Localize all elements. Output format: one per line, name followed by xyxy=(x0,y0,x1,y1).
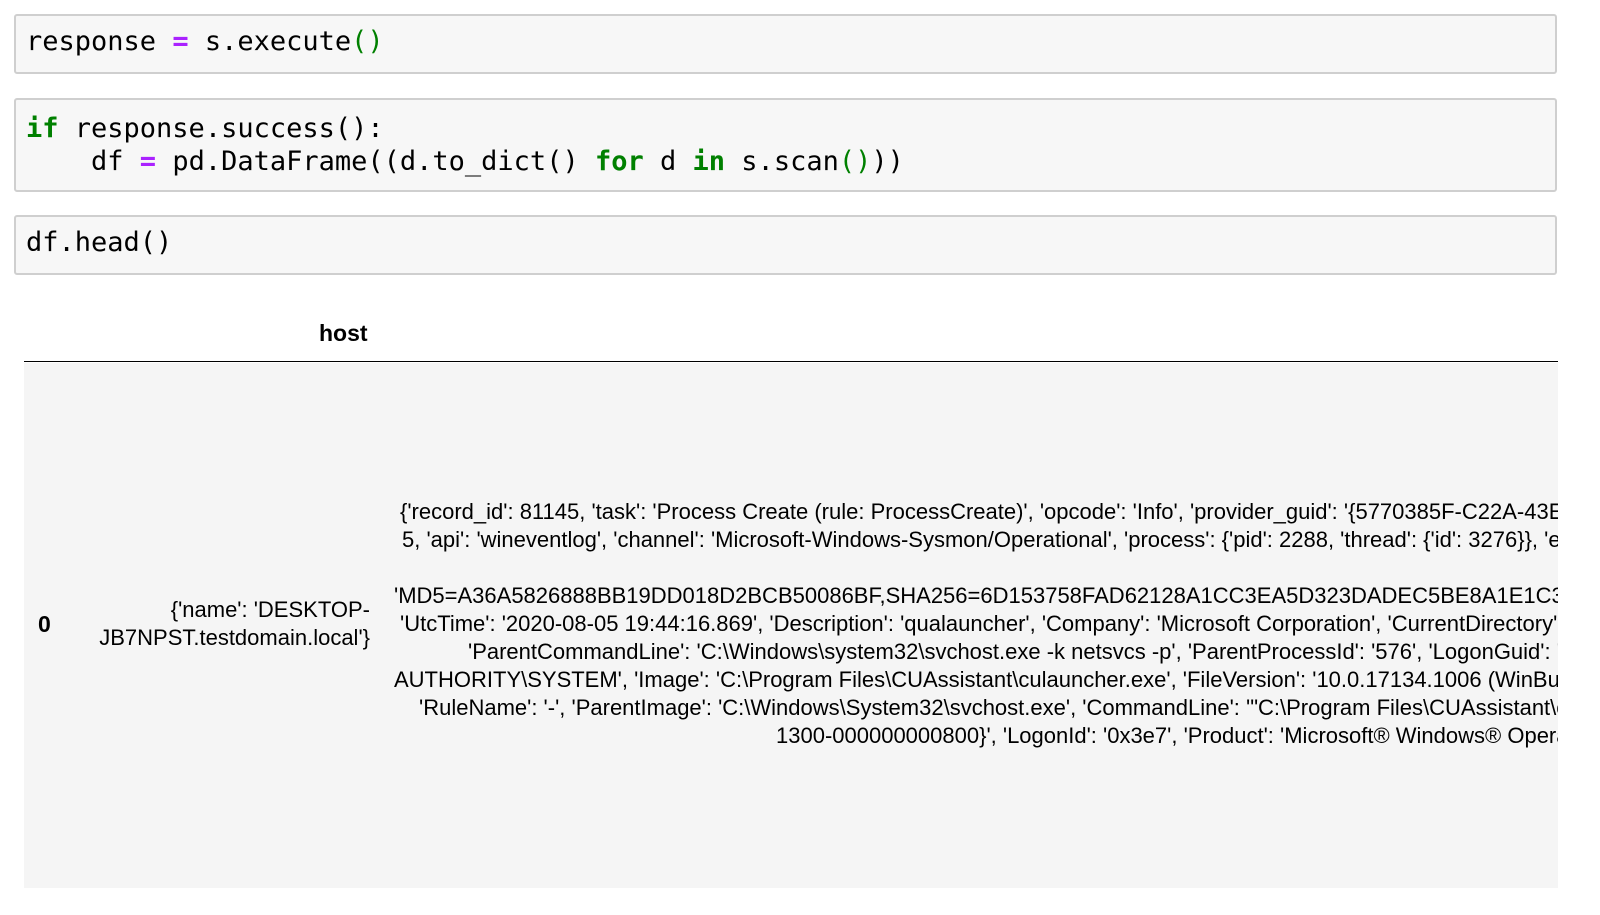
code-close-parens: )) xyxy=(871,146,904,177)
code-assign-op: = xyxy=(172,26,189,57)
data-line: 5, 'api': 'wineventlog', 'channel': 'Mic… xyxy=(402,527,1558,552)
code-cell-dataframe[interactable]: if response.success(): df = pd.DataFrame… xyxy=(14,98,1557,192)
event-data-cell: {'record_id': 81145, 'task': 'Process Cr… xyxy=(392,498,1558,750)
code-scan-call: s.scan xyxy=(725,146,839,177)
data-line-blank xyxy=(392,554,1558,582)
code-d-var: d xyxy=(643,146,693,177)
host-line: JB7NPST.testdomain.local'} xyxy=(99,625,370,650)
data-line: 'UtcTime': '2020-08-05 19:44:16.869', 'D… xyxy=(400,611,1558,636)
column-header-host: host xyxy=(319,320,368,346)
row-index: 0 xyxy=(38,611,51,637)
code-for-keyword: for xyxy=(594,146,644,177)
code-dataframe-call: pd.DataFrame((d.to_dict() xyxy=(156,146,595,177)
data-line: {'record_id': 81145, 'task': 'Process Cr… xyxy=(400,499,1558,524)
code-cell-execute[interactable]: response = s.execute() xyxy=(14,14,1557,74)
code-cell-head[interactable]: df.head() xyxy=(14,215,1557,275)
code-execute-call: s.execute xyxy=(188,26,352,57)
data-line: 1300-000000000800}', 'LogonId': '0x3e7',… xyxy=(776,723,1558,748)
code-if-keyword: if xyxy=(26,113,59,144)
data-line: 'RuleName': '-', 'ParentImage': 'C:\Wind… xyxy=(419,695,1558,720)
code-success-call: response.success(): xyxy=(58,113,384,144)
code-assign-op: = xyxy=(139,146,157,177)
dataframe-output: host 0 {'name': 'DESKTOP- JB7NPST.testdo… xyxy=(24,300,1558,890)
code-paren: () xyxy=(351,26,384,57)
code-df-var: df xyxy=(26,146,140,177)
data-line: 'MD5=A36A5826888BB19DD018D2BCB50086BF,SH… xyxy=(394,583,1558,608)
host-line: {'name': 'DESKTOP- xyxy=(170,597,370,622)
code-in-keyword: in xyxy=(692,146,726,177)
header-divider xyxy=(24,361,1558,362)
code-response-var: response xyxy=(26,26,173,57)
code-paren: () xyxy=(838,146,872,177)
host-cell: {'name': 'DESKTOP- JB7NPST.testdomain.lo… xyxy=(64,596,370,652)
data-line: 'ParentCommandLine': 'C:\Windows\system3… xyxy=(468,639,1558,664)
data-line: AUTHORITY\SYSTEM', 'Image': 'C:\Program … xyxy=(394,667,1558,692)
